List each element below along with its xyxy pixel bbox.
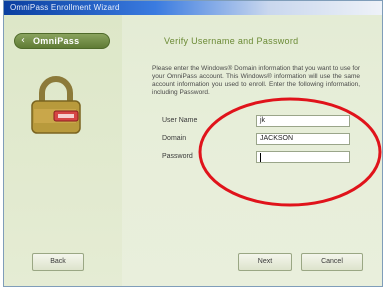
cancel-button[interactable]: Cancel xyxy=(301,253,363,271)
password-label: Password xyxy=(162,153,193,160)
title-bar[interactable]: OmniPass Enrollment Wizard xyxy=(4,1,382,15)
instructions-text: Please enter the Windows® Domain informa… xyxy=(152,65,360,96)
chevron-left-icon: ‹ xyxy=(21,35,25,46)
back-button[interactable]: Back xyxy=(32,253,84,271)
domain-label: Domain xyxy=(162,135,187,142)
padlock-icon xyxy=(31,76,81,134)
brand-name: OmniPass xyxy=(33,36,80,46)
user-name-label: User Name xyxy=(162,117,198,124)
left-panel: ‹ OmniPass xyxy=(4,15,122,286)
page-title: Verify Username and Password xyxy=(164,36,299,46)
window-title: OmniPass Enrollment Wizard xyxy=(10,3,120,12)
omnipass-logo: ‹ OmniPass xyxy=(14,33,110,49)
annotation-circle xyxy=(198,97,382,207)
next-button[interactable]: Next xyxy=(238,253,292,271)
